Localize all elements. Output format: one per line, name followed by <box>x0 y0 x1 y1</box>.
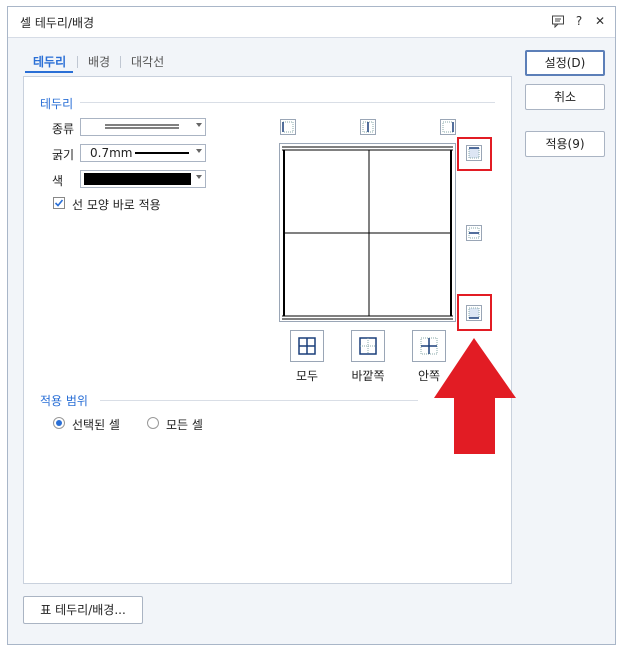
preset-all-button[interactable] <box>290 330 324 362</box>
apply-button[interactable]: 적용(9) <box>525 131 605 157</box>
highlight-box-bottom <box>457 294 492 331</box>
tab-diagonal[interactable]: 대각선 <box>131 53 164 70</box>
thickness-select[interactable]: 0.7mm <box>80 144 206 162</box>
section-divider <box>80 102 495 103</box>
chevron-down-icon <box>196 123 202 127</box>
tab-separator <box>120 56 121 68</box>
thickness-label: 굵기 <box>52 148 75 162</box>
type-label: 종류 <box>52 122 75 136</box>
color-swatch <box>84 173 191 185</box>
preset-outer-label: 바깥쪽 <box>351 369 385 383</box>
tab-background[interactable]: 배경 <box>88 53 110 70</box>
color-select[interactable] <box>80 170 206 188</box>
preset-all-label: 모두 <box>295 369 319 383</box>
inner-vertical-border-button[interactable] <box>360 119 376 135</box>
tab-border[interactable]: 테두리 <box>33 53 66 70</box>
close-icon[interactable]: ✕ <box>593 14 607 28</box>
apply-range-title: 적용 범위 <box>40 394 88 408</box>
red-arrow-annotation <box>434 338 516 454</box>
help-icon[interactable]: ? <box>572 14 586 28</box>
chevron-down-icon <box>196 149 202 153</box>
right-border-button[interactable] <box>440 119 456 135</box>
chevron-down-icon <box>196 175 202 179</box>
preset-outer-button[interactable] <box>351 330 385 362</box>
comment-icon[interactable] <box>551 14 565 29</box>
table-border-background-button[interactable]: 표 테두리/배경... <box>23 596 143 624</box>
section-divider <box>100 400 418 401</box>
color-label: 색 <box>52 174 64 188</box>
all-cells-label: 모든 셀 <box>166 418 203 432</box>
apply-shape-checkbox[interactable] <box>53 197 65 209</box>
title-bar: 셀 테두리/배경 ? ✕ <box>8 7 615 38</box>
left-border-button[interactable] <box>280 119 296 135</box>
active-tab-indicator <box>25 71 73 73</box>
line-type-select[interactable] <box>80 118 206 136</box>
selected-cell-radio[interactable] <box>53 417 65 429</box>
border-section-title: 테두리 <box>40 97 74 111</box>
ok-button[interactable]: 설정(D) <box>525 50 605 76</box>
thickness-value: 0.7mm <box>90 146 133 160</box>
selected-cell-label: 선택된 셀 <box>72 418 120 432</box>
inner-horizontal-border-button[interactable] <box>466 225 482 241</box>
tab-separator <box>77 56 78 68</box>
cancel-button[interactable]: 취소 <box>525 84 605 110</box>
dialog-title: 셀 테두리/배경 <box>20 16 95 30</box>
all-cells-radio[interactable] <box>147 417 159 429</box>
border-preview[interactable] <box>279 143 456 322</box>
apply-shape-label: 선 모양 바로 적용 <box>72 198 161 212</box>
highlight-box-top <box>457 137 492 171</box>
